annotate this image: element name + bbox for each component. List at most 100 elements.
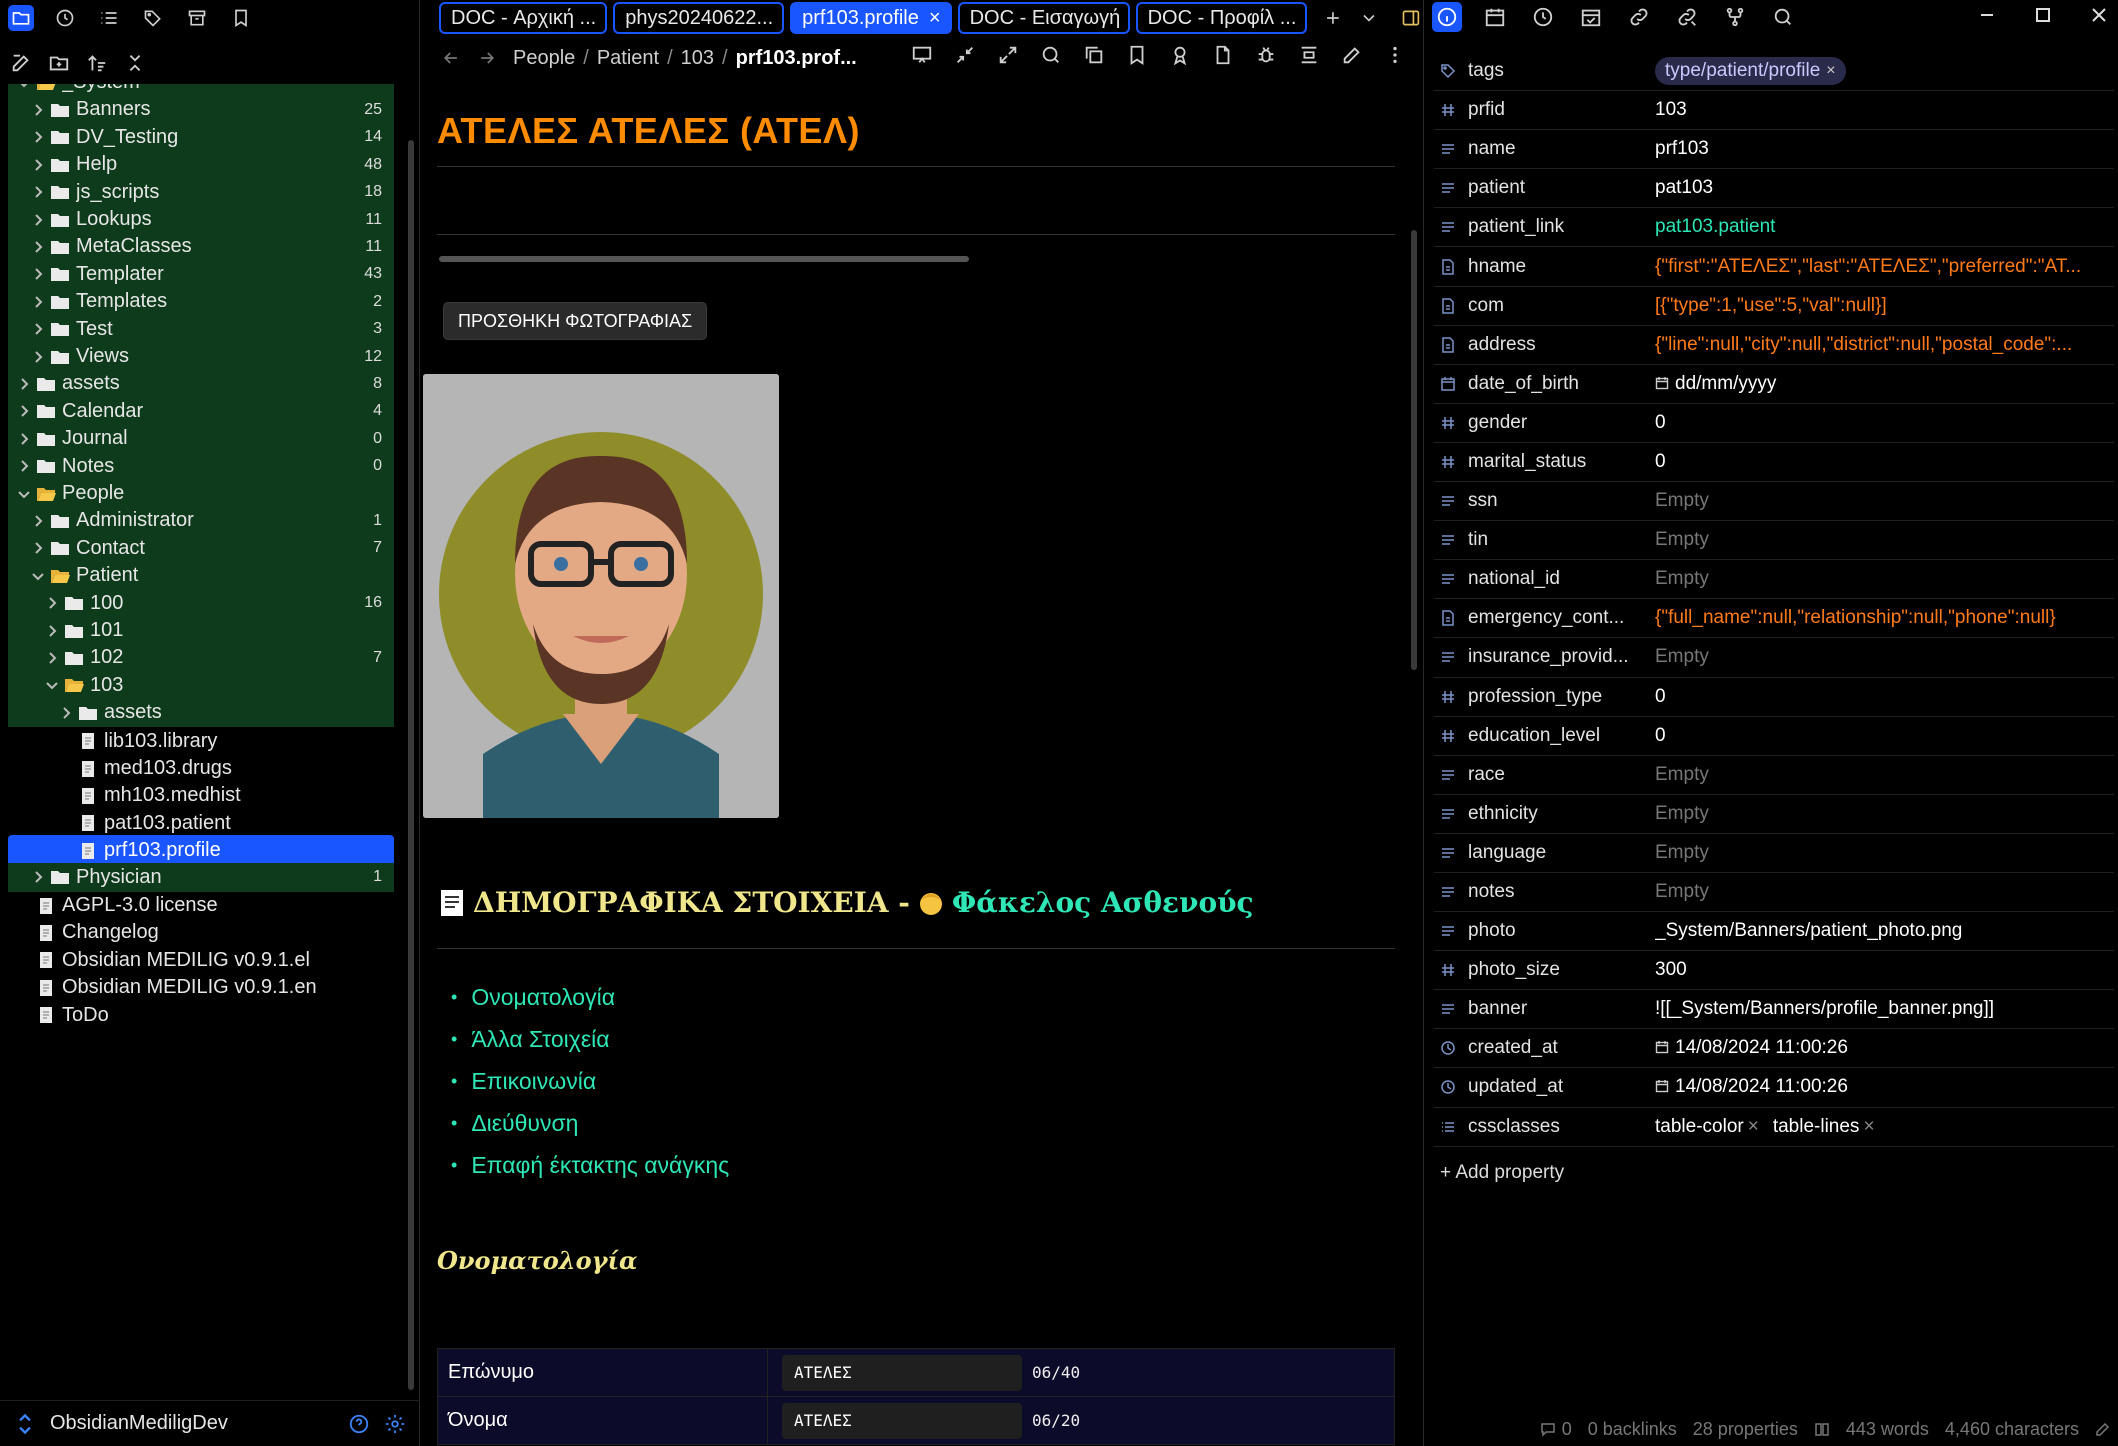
property-value[interactable]: Empty: [1655, 842, 2114, 864]
number-icon[interactable]: [1440, 415, 1456, 431]
tree-folder[interactable]: Notes 0: [8, 451, 394, 483]
property-value[interactable]: Empty: [1655, 881, 2114, 903]
property-name[interactable]: gender: [1468, 412, 1655, 434]
tree-folder[interactable]: Banners 25: [8, 95, 394, 127]
file-properties-tab[interactable]: [1432, 2, 1462, 32]
chevron-right-icon[interactable]: [30, 129, 46, 145]
tree-folder[interactable]: Administrator 1: [8, 506, 394, 538]
tree-folder[interactable]: MetaClasses 11: [8, 232, 394, 264]
text-icon[interactable]: [1440, 884, 1456, 900]
property-name[interactable]: tin: [1468, 529, 1655, 551]
tree-file[interactable]: Changelog: [8, 917, 394, 948]
property-name[interactable]: photo: [1468, 920, 1655, 942]
text-icon[interactable]: [1440, 923, 1456, 939]
property-row[interactable]: com [{"type":1,"use":5,"val":null}]: [1434, 287, 2114, 326]
property-row[interactable]: cssclasses table-color × table-lines ×: [1434, 1108, 2114, 1147]
property-row[interactable]: emergency_cont... {"full_name":null,"rela…: [1434, 599, 2114, 639]
text-icon[interactable]: [1440, 649, 1456, 665]
tree-file[interactable]: AGPL-3.0 license: [8, 890, 394, 921]
property-row[interactable]: education_level 0: [1434, 717, 2114, 756]
breadcrumb-103[interactable]: 103: [681, 47, 714, 70]
object-icon[interactable]: [1440, 610, 1456, 627]
tree-folder[interactable]: 100 16: [8, 588, 394, 620]
back-arrow-icon[interactable]: [441, 48, 461, 68]
property-value[interactable]: 103: [1655, 99, 2114, 121]
property-row[interactable]: created_at 14/08/2024 11:00:26: [1434, 1029, 2114, 1069]
property-value[interactable]: Empty: [1655, 568, 2114, 590]
minimize-icon[interactable]: [1978, 6, 1996, 24]
property-value[interactable]: [{"type":1,"use":5,"val":null}]: [1655, 295, 2114, 317]
property-value[interactable]: 14/08/2024 11:00:26: [1655, 1076, 2114, 1098]
tab-doc-intro[interactable]: DOC - Εισαγωγή: [957, 2, 1130, 34]
property-value[interactable]: 300: [1655, 959, 2114, 981]
property-name[interactable]: language: [1468, 842, 1655, 864]
tree-folder[interactable]: Lookups 11: [8, 205, 394, 236]
property-row[interactable]: tags type/patient/profile ×: [1434, 52, 2114, 92]
property-name[interactable]: updated_at: [1468, 1076, 1655, 1098]
chevron-right-icon[interactable]: [30, 239, 46, 255]
chevron-right-icon[interactable]: [30, 349, 46, 365]
tree-folder[interactable]: Test 3: [8, 314, 394, 346]
backlinks-tab[interactable]: [1624, 2, 1654, 32]
tree-folder[interactable]: Calendar 4: [8, 396, 394, 428]
toc-link-nomenclature[interactable]: Ονοματολογία: [451, 976, 729, 1018]
property-value[interactable]: type/patient/profile ×: [1655, 57, 2114, 86]
calendar-icon[interactable]: [1440, 376, 1456, 392]
property-name[interactable]: address: [1468, 334, 1655, 356]
tree-folder[interactable]: Help 48: [8, 150, 394, 182]
property-value[interactable]: pat103.patient: [1655, 216, 2114, 238]
tree-folder[interactable]: Views 12: [8, 342, 394, 373]
toc-link-address[interactable]: Διεύθυνση: [451, 1102, 729, 1144]
property-row[interactable]: race Empty: [1434, 756, 2114, 795]
calendar-icon[interactable]: [1655, 1040, 1669, 1054]
vault-switcher[interactable]: ObsidianMediligDev: [0, 1400, 420, 1446]
number-icon[interactable]: [1440, 962, 1456, 978]
backlinks-count[interactable]: 0 backlinks: [1588, 1419, 1677, 1440]
tab-phys[interactable]: phys20240622...: [613, 2, 785, 34]
search-tab[interactable]: [1768, 2, 1798, 32]
slideshow-icon[interactable]: [911, 44, 933, 66]
bookmark-icon[interactable]: [1126, 44, 1148, 66]
tree-folder[interactable]: Contact 7: [8, 533, 394, 565]
file-icon[interactable]: [1212, 44, 1234, 66]
calendar-check-tab[interactable]: [1576, 2, 1606, 32]
toggle-right-sidebar-icon[interactable]: [1401, 8, 1421, 28]
close-tab-icon[interactable]: ×: [929, 7, 941, 30]
property-value[interactable]: {"full_name":null,"relationship":null,"p…: [1655, 607, 2114, 629]
property-row[interactable]: hname {"first":"ΑΤΕΛΕΣ","last":"ΑΤΕΛΕΣ","…: [1434, 247, 2114, 287]
remove-tag-icon[interactable]: ×: [1826, 62, 1835, 80]
expand-icon[interactable]: [997, 44, 1019, 66]
property-value[interactable]: _System/Banners/patient_photo.png: [1655, 920, 2114, 942]
property-value[interactable]: Empty: [1655, 646, 2114, 668]
chevron-down-icon[interactable]: [16, 486, 32, 502]
edit-pencil-icon[interactable]: [1341, 44, 1363, 66]
property-value[interactable]: 0: [1655, 451, 2114, 473]
object-icon[interactable]: [1440, 258, 1456, 275]
number-icon[interactable]: [1440, 728, 1456, 744]
collapse-all-icon[interactable]: [124, 52, 146, 74]
chevron-right-icon[interactable]: [30, 212, 46, 228]
property-name[interactable]: national_id: [1468, 568, 1655, 590]
more-options-icon[interactable]: [1384, 44, 1406, 66]
maximize-icon[interactable]: [2034, 6, 2052, 24]
tree-file[interactable]: med103.drugs: [8, 753, 394, 784]
property-name[interactable]: ethnicity: [1468, 803, 1655, 825]
text-icon[interactable]: [1440, 141, 1456, 157]
breadcrumb-people[interactable]: People: [513, 47, 575, 70]
chevron-right-icon[interactable]: [30, 184, 46, 200]
settings-gear-icon[interactable]: [384, 1413, 406, 1435]
tree-folder[interactable]: Patient: [8, 561, 394, 593]
toc-link-communication[interactable]: Επικοινωνία: [451, 1060, 729, 1102]
property-row[interactable]: marital_status 0: [1434, 443, 2114, 483]
chevron-right-icon[interactable]: [30, 540, 46, 556]
css-class-chip[interactable]: table-lines ×: [1773, 1116, 1875, 1137]
tab-list-chevron-icon[interactable]: [1359, 8, 1379, 28]
first-name-input[interactable]: ΑΤΕΛΕΣ: [782, 1402, 1022, 1439]
property-value[interactable]: pat103: [1655, 177, 2114, 199]
property-value[interactable]: Empty: [1655, 490, 2114, 512]
tree-file[interactable]: pat103.patient: [8, 808, 394, 839]
tree-file[interactable]: prf103.profile: [8, 835, 394, 867]
add-property-button[interactable]: + Add property: [1440, 1162, 1564, 1184]
property-name[interactable]: profession_type: [1468, 686, 1655, 708]
tree-folder[interactable]: 102 7: [8, 643, 394, 675]
